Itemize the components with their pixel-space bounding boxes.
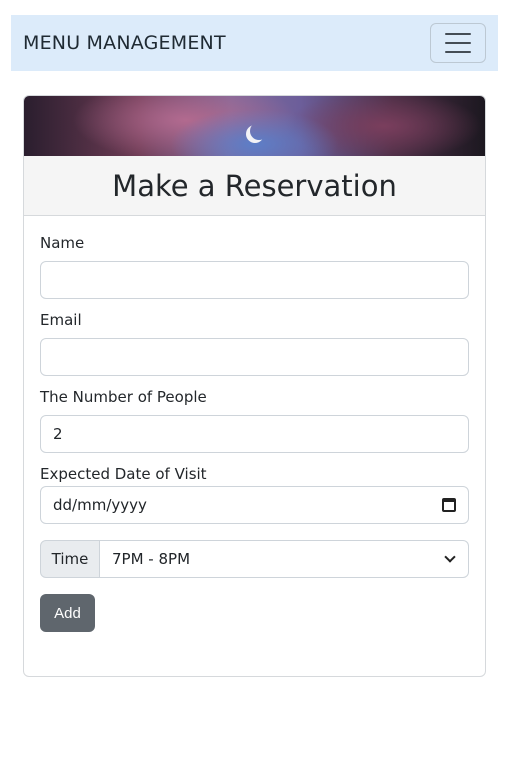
people-input[interactable]: 2 <box>40 415 469 453</box>
date-input[interactable]: dd/mm/yyyy <box>40 486 469 524</box>
name-group: Name <box>40 234 469 299</box>
calendar-icon[interactable] <box>442 498 456 512</box>
reservation-form: Name Email The Number of People 2 Expect… <box>24 216 485 632</box>
people-label: The Number of People <box>40 388 207 406</box>
hamburger-icon <box>445 33 471 35</box>
top-navbar: MENU MANAGEMENT <box>11 15 498 71</box>
time-select[interactable]: 7PM - 8PM <box>100 540 469 578</box>
people-group: The Number of People 2 <box>40 388 469 453</box>
time-input-group: Time 7PM - 8PM <box>40 540 469 578</box>
add-button[interactable]: Add <box>40 594 95 632</box>
name-label: Name <box>40 234 85 252</box>
date-group: Expected Date of Visit dd/mm/yyyy <box>40 465 469 524</box>
email-input[interactable] <box>40 338 469 376</box>
hamburger-icon-line <box>445 51 471 53</box>
email-group: Email <box>40 311 469 376</box>
reservation-card: Make a Reservation Name Email The Number… <box>23 95 486 677</box>
name-input[interactable] <box>40 261 469 299</box>
banner-image <box>24 96 485 156</box>
hamburger-icon-line <box>445 42 471 44</box>
navbar-brand[interactable]: MENU MANAGEMENT <box>23 32 226 54</box>
date-value: dd/mm/yyyy <box>53 496 147 514</box>
time-select-value: 7PM - 8PM <box>112 550 191 568</box>
email-label: Email <box>40 311 82 329</box>
card-header: Make a Reservation <box>24 156 485 216</box>
card-title: Make a Reservation <box>112 168 397 203</box>
navbar-toggle-button[interactable] <box>430 23 486 63</box>
chevron-down-icon <box>444 551 456 563</box>
date-label: Expected Date of Visit <box>40 465 207 483</box>
moon-icon <box>250 122 268 140</box>
time-label: Time <box>40 540 100 578</box>
